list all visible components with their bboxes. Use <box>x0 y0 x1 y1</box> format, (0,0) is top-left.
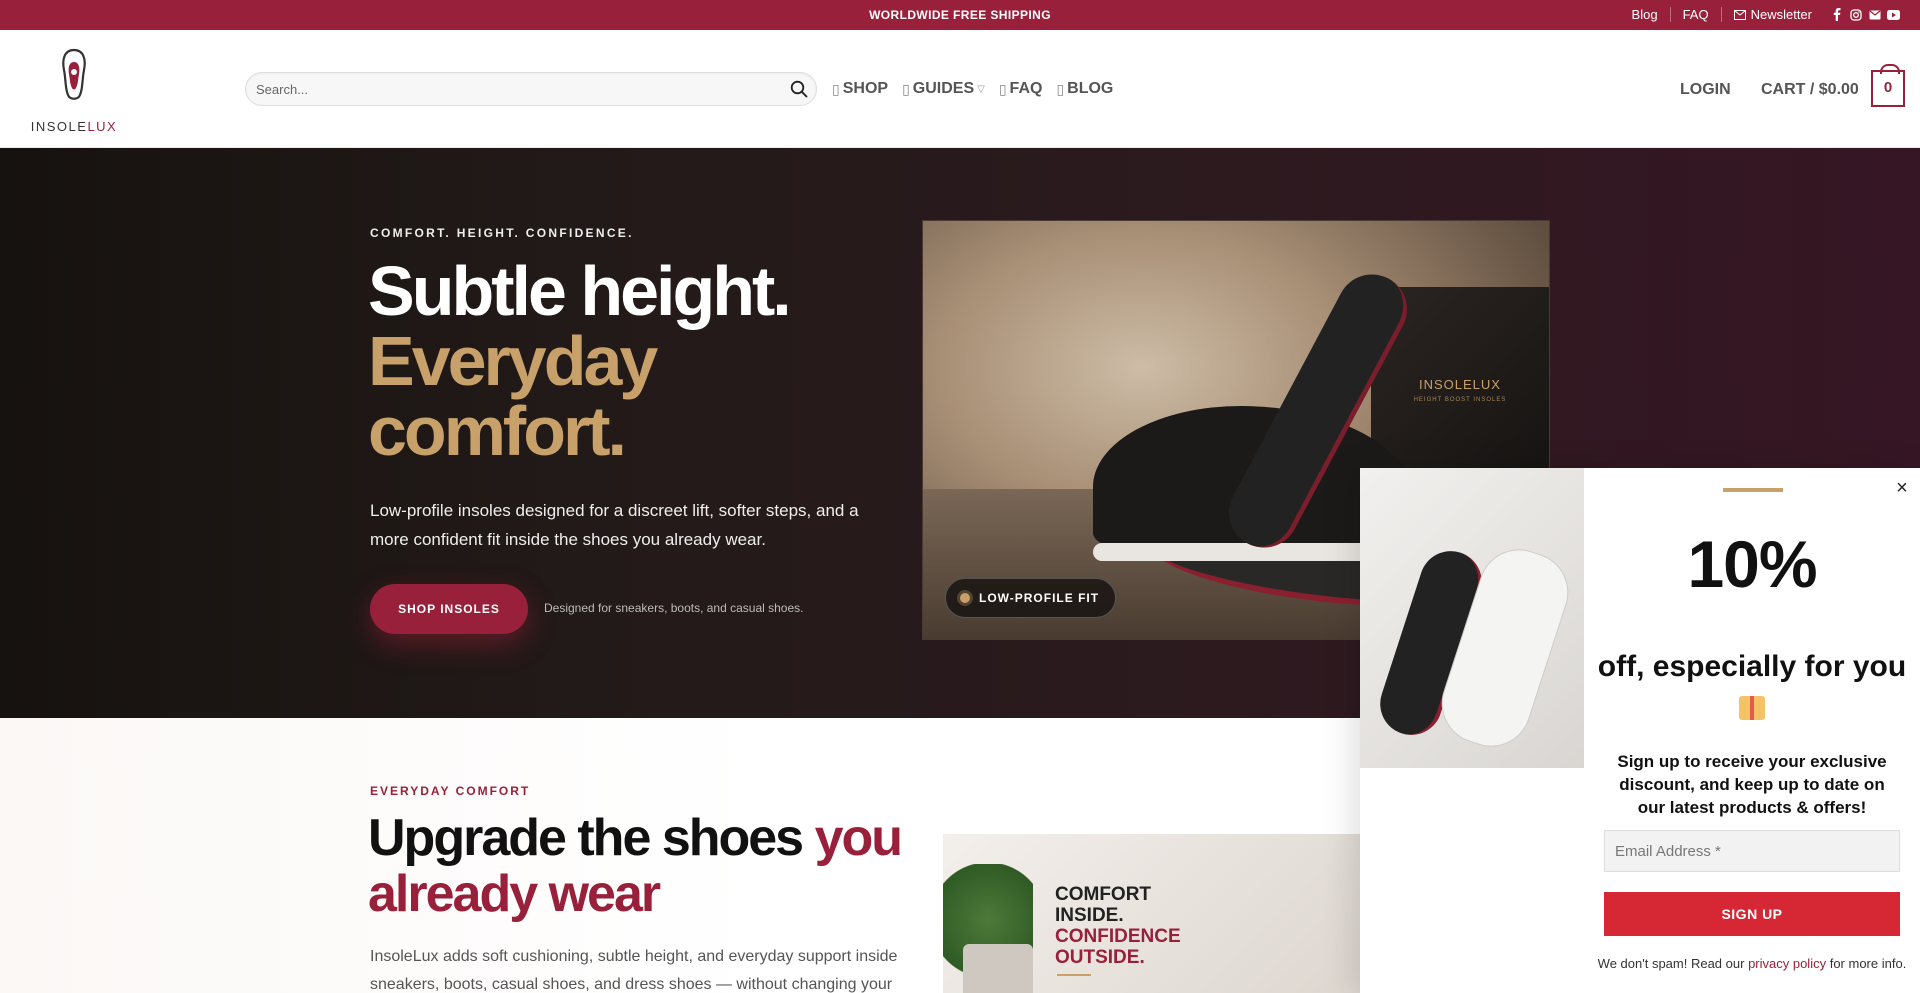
newsletter-label: Newsletter <box>1750 7 1812 22</box>
nav-blog-label: BLOG <box>1067 80 1114 97</box>
nav-faq[interactable]: ▯ FAQ <box>999 80 1043 98</box>
image-text-1: COMFORT <box>1055 884 1152 905</box>
nav-blog-icon: ▯ <box>1056 80 1065 97</box>
image-text-4: OUTSIDE. <box>1055 947 1145 968</box>
badge-label: LOW-PROFILE FIT <box>979 591 1100 605</box>
nav-shop-label: SHOP <box>842 80 889 97</box>
hero-title: Subtle height. Everyday comfort. <box>368 252 792 470</box>
popup-product-image <box>1360 468 1584 768</box>
popup-message: Sign up to receive your exclusive discou… <box>1617 752 1887 817</box>
main-navigation: ▯ SHOP ▯ GUIDES ▽ ▯ FAQ ▯ BLOG <box>832 80 1113 98</box>
facebook-icon[interactable] <box>1830 8 1843 21</box>
low-profile-badge: LOW-PROFILE FIT <box>945 578 1117 618</box>
popup-gold-bar <box>1723 488 1783 492</box>
product-box-label: INSOLELUX <box>1419 377 1501 392</box>
email-icon[interactable] <box>1868 8 1881 21</box>
shop-insoles-button[interactable]: SHOP INSOLES <box>370 584 528 634</box>
top-link-blog[interactable]: Blog <box>1620 7 1671 22</box>
top-link-faq[interactable]: FAQ <box>1671 7 1722 22</box>
sign-up-button[interactable]: SIGN UP <box>1604 892 1900 936</box>
top-announcement-bar: WORLDWIDE FREE SHIPPING Blog FAQ Newslet… <box>0 0 1920 30</box>
nav-guides[interactable]: ▯ GUIDES ▽ <box>902 80 985 98</box>
search-bar <box>245 72 817 106</box>
popup-subheadline: off, especially for you <box>1584 646 1920 730</box>
popup-subheadline-text: off, especially for you <box>1597 650 1907 683</box>
popup-headline: 10% <box>1687 527 1817 601</box>
comfort-image-text: COMFORT INSIDE. CONFIDENCE OUTSIDE. <box>1055 884 1181 968</box>
search-input[interactable] <box>246 73 766 105</box>
section-title-accent-1: you <box>814 809 903 867</box>
image-text-3: CONFIDENCE <box>1055 926 1181 947</box>
social-icons <box>1830 8 1900 21</box>
hero-title-line2: Everyday <box>368 322 658 400</box>
login-link[interactable]: LOGIN <box>1680 81 1731 99</box>
hero-description: Low-profile insoles designed for a discr… <box>370 501 859 549</box>
nav-shop[interactable]: ▯ SHOP <box>832 80 888 98</box>
gift-icon <box>1739 696 1765 720</box>
hero-eyebrow: COMFORT. HEIGHT. CONFIDENCE. <box>370 226 634 240</box>
gold-rule <box>1057 974 1091 976</box>
pot-shape <box>963 944 1033 993</box>
cart-link[interactable]: CART / $0.00 <box>1761 81 1859 99</box>
close-icon[interactable]: × <box>1892 478 1912 498</box>
email-field[interactable] <box>1605 831 1899 871</box>
privacy-policy-link[interactable]: privacy policy <box>1748 956 1826 971</box>
hero-note: Designed for sneakers, boots, and casual… <box>544 601 804 615</box>
nav-shop-icon: ▯ <box>832 80 840 97</box>
top-links: Blog FAQ Newsletter <box>1620 7 1900 22</box>
chevron-down-icon: ▽ <box>977 83 985 95</box>
hero-title-line3: comfort. <box>368 392 627 470</box>
spam-notice: We don't spam! Read our privacy policy f… <box>1584 956 1920 971</box>
product-box-sublabel: HEIGHT BOOST INSOLES <box>1413 397 1507 403</box>
section-title-main: Upgrade the shoes <box>368 809 804 867</box>
nav-faq-icon: ▯ <box>998 80 1007 97</box>
spam-text-post: for more info. <box>1829 956 1907 971</box>
logo-wordmark: INSOLELUX <box>30 119 118 134</box>
section-eyebrow: EVERYDAY COMFORT <box>370 784 531 798</box>
youtube-icon[interactable] <box>1887 8 1900 21</box>
email-field-wrapper <box>1604 830 1900 872</box>
envelope-icon <box>1733 9 1746 20</box>
site-header: INSOLELUX ▯SHOP ▯GUIDES▽ ▯FAQ ▯BLOG LOGI… <box>0 30 1920 148</box>
cart-count-badge[interactable]: 0 <box>1871 64 1905 107</box>
section-description: InsoleLux adds soft cushioning, subtle h… <box>370 948 898 993</box>
comfort-image: COMFORT INSIDE. CONFIDENCE OUTSIDE. <box>943 834 1363 993</box>
instagram-icon[interactable] <box>1849 8 1862 21</box>
search-icon[interactable] <box>790 80 808 98</box>
site-logo[interactable]: INSOLELUX <box>28 48 120 134</box>
spam-text-pre: We don't spam! Read our <box>1597 956 1745 971</box>
discount-popup: × 10% off, especially for you Sign up to… <box>1360 468 1920 993</box>
nav-guides-icon: ▯ <box>902 80 910 97</box>
hero-title-line1: Subtle height. <box>368 252 792 330</box>
top-link-newsletter[interactable]: Newsletter <box>1722 7 1824 22</box>
section-title: Upgrade the shoes you already wear <box>368 809 903 923</box>
nav-faq-label: FAQ <box>1009 80 1043 97</box>
nav-guides-label: GUIDES <box>912 80 975 97</box>
image-text-2: INSIDE. <box>1055 905 1124 926</box>
nav-blog[interactable]: ▯ BLOG <box>1056 80 1113 98</box>
badge-dot-icon <box>960 593 970 603</box>
section-title-accent-2: already wear <box>368 865 661 923</box>
insole-logo-icon <box>62 48 86 100</box>
